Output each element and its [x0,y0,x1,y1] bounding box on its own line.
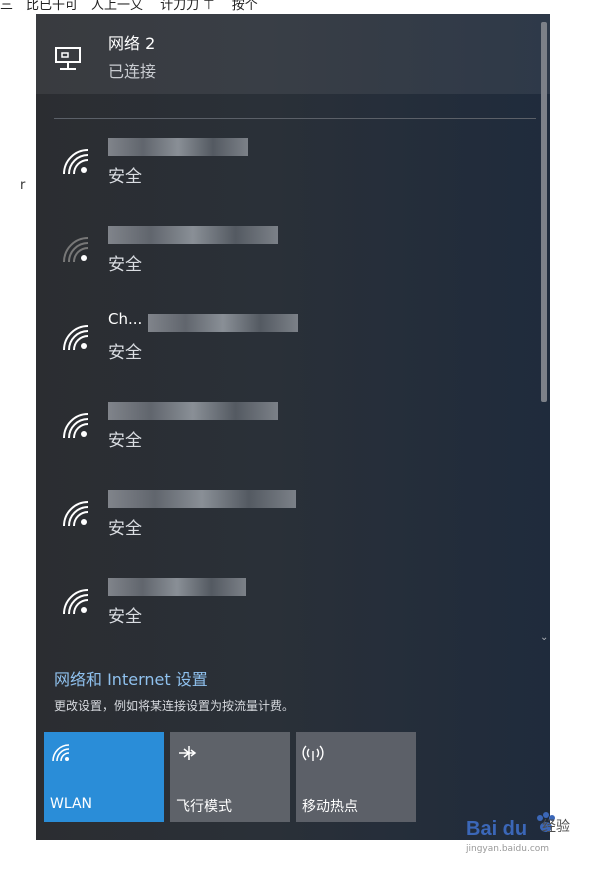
network-status: 已连接 [108,62,157,81]
airplane-mode-button[interactable]: 飞行模式 [170,732,290,822]
network-name: 网络 2 [108,34,156,53]
wifi-security: 安全 [108,519,142,539]
wifi-icon [52,744,70,762]
wifi-signal-icon [63,325,89,351]
wlan-toggle-button[interactable]: WLAN [44,732,164,822]
tile-label: 飞行模式 [176,799,232,815]
wifi-security: 安全 [108,167,142,187]
wifi-network-item[interactable]: 安全 [36,396,536,484]
wifi-signal-icon [63,413,89,439]
wifi-security: 安全 [108,607,142,627]
wifi-network-item[interactable]: 安全 [36,220,536,308]
wifi-network-item[interactable]: Ch... 安全 [36,308,536,396]
network-flyout: 网络 2 已连接 安全 安全 Ch... 安全 安全 安全 安全 ⌄ 网络和 I… [36,14,550,840]
tile-label: WLAN [50,796,93,812]
background-window-fragment: r [20,178,26,193]
watermark-url: jingyan.baidu.com [466,844,550,854]
network-settings-description: 更改设置，例如将某连接设置为按流量计费。 [54,699,295,713]
tile-label: 移动热点 [302,799,358,815]
ssid-redacted [108,490,296,508]
wifi-signal-weak-icon [63,237,89,263]
ssid-redacted [108,402,278,420]
wifi-network-item[interactable]: 安全 [36,572,536,646]
wifi-security: 安全 [108,431,142,451]
ssid-redacted [108,226,278,244]
wifi-signal-icon [63,589,89,615]
wifi-network-list: 安全 安全 Ch... 安全 安全 安全 安全 [36,132,536,646]
mobile-hotspot-button[interactable]: 移动热点 [296,732,416,822]
chevron-down-icon[interactable]: ⌄ [540,632,548,644]
network-settings-link[interactable]: 网络和 Internet 设置 [54,666,208,690]
baidu-logo: Bai du [466,818,528,840]
wifi-network-item[interactable]: 安全 [36,132,536,220]
wifi-security: 安全 [108,255,142,275]
ssid-redacted [148,314,298,332]
connected-network[interactable]: 网络 2 已连接 [36,14,550,94]
airplane-icon [179,746,197,760]
divider [54,118,536,119]
wifi-signal-icon [63,149,89,175]
ssid-redacted [108,138,248,156]
ssid-redacted [108,578,246,596]
scrollbar-thumb[interactable] [541,22,547,402]
hotspot-icon [302,745,324,761]
wifi-network-item[interactable]: 安全 [36,484,536,572]
baidu-jingyan-watermark: Bai du 经验 jingyan.baidu.com [466,812,596,856]
jingyan-text: 经验 [542,819,570,835]
wifi-security: 安全 [108,343,142,363]
scrollbar[interactable]: ⌄ [540,20,548,650]
ethernet-icon [55,47,81,70]
wifi-ssid: Ch... [108,310,143,328]
wifi-signal-icon [63,501,89,527]
